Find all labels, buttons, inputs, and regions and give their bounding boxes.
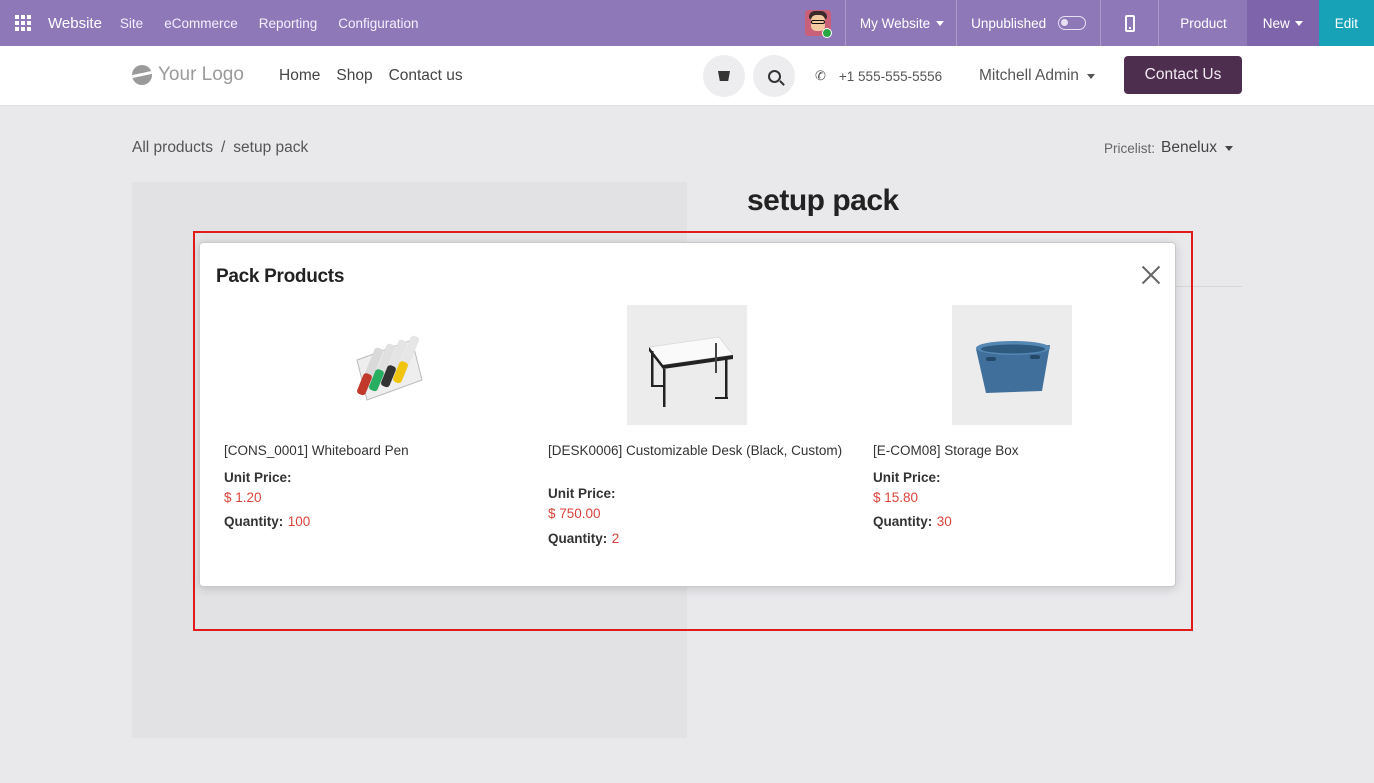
new-button-label: New: [1262, 15, 1290, 31]
phone-number: +1 555-555-5556: [838, 68, 943, 84]
caret-down-icon: [1294, 20, 1303, 26]
quantity-value: 2: [611, 531, 620, 546]
pack-product-name: [E-COM08] Storage Box: [873, 443, 1019, 458]
quantity-label: Quantity:: [224, 514, 284, 529]
unit-price-label: Unit Price:: [873, 470, 941, 485]
quantity-value: 30: [936, 514, 952, 529]
unit-price-value: $ 1.20: [224, 490, 262, 505]
pack-product-name: [DESK0006] Customizable Desk (Black, Cus…: [548, 443, 843, 458]
contact-us-button[interactable]: Contact Us: [1124, 56, 1242, 94]
website-switcher-label: My Website: [859, 15, 931, 31]
phone-link[interactable]: ✆ +1 555-555-5556: [815, 68, 942, 84]
breadcrumb-current: setup pack: [233, 139, 309, 156]
pack-product-name: [CONS_0001] Whiteboard Pen: [224, 443, 409, 458]
cart-button[interactable]: [703, 55, 745, 97]
mobile-icon: [1124, 14, 1135, 32]
unit-price-label: Unit Price:: [548, 486, 616, 501]
menu-configuration[interactable]: Configuration: [338, 16, 418, 31]
pricelist-value: Benelux: [1160, 139, 1217, 156]
whiteboard-pens-image: [327, 305, 447, 425]
mobile-preview-button[interactable]: [1101, 0, 1160, 46]
online-status-icon: [821, 28, 832, 38]
storage-box-image: [952, 305, 1072, 425]
menu-ecommerce[interactable]: eCommerce: [164, 16, 238, 31]
apps-menu-icon[interactable]: [0, 0, 46, 46]
product-title: setup pack: [747, 184, 899, 217]
logo-icon: [132, 65, 152, 85]
unit-price-value: $ 15.80: [873, 490, 919, 505]
app-brand[interactable]: Website: [48, 15, 102, 32]
search-button[interactable]: [753, 55, 795, 97]
breadcrumb-all-products[interactable]: All products: [132, 139, 213, 157]
quantity-label: Quantity:: [548, 531, 608, 546]
nav-shop[interactable]: Shop: [336, 67, 372, 85]
publish-status-label: Unpublished: [971, 15, 1047, 31]
user-menu[interactable]: Mitchell Admin: [979, 67, 1095, 85]
main-nav: Home Shop Contact us: [279, 67, 463, 85]
pack-products-dialog: Pack Products [CONS_0001] Whiteboard Pen…: [199, 242, 1176, 587]
dialog-title: Pack Products: [216, 266, 345, 287]
pricelist-selector: Pricelist: Benelux: [1104, 139, 1233, 157]
unit-price-value: $ 750.00: [548, 506, 601, 521]
publish-toggle-group: Unpublished: [957, 0, 1102, 46]
breadcrumb-separator: /: [220, 139, 226, 156]
search-icon: [767, 69, 781, 83]
caret-down-icon: [1086, 73, 1095, 79]
phone-icon: ✆: [815, 68, 826, 83]
pricelist-label: Pricelist:: [1103, 140, 1155, 156]
quantity-value: 100: [287, 514, 311, 529]
logo-text: Your Logo: [158, 64, 244, 85]
publish-toggle[interactable]: [1058, 16, 1087, 30]
site-header: Your Logo Home Shop Contact us ✆ +1 555-…: [0, 46, 1374, 106]
user-avatar-button[interactable]: [792, 0, 846, 46]
nav-home[interactable]: Home: [279, 67, 320, 85]
site-logo[interactable]: Your Logo: [132, 64, 244, 86]
caret-down-icon: [1225, 145, 1233, 151]
admin-navbar: Website Site eCommerce Reporting Configu…: [0, 0, 1374, 46]
pricelist-dropdown[interactable]: Benelux: [1161, 139, 1233, 157]
quantity-label: Quantity:: [873, 514, 933, 529]
breadcrumb: All products / setup pack: [132, 139, 308, 157]
close-icon[interactable]: [1141, 265, 1161, 285]
nav-contact-us[interactable]: Contact us: [389, 67, 463, 85]
edit-button[interactable]: Edit: [1318, 0, 1374, 46]
cart-icon: [718, 71, 730, 81]
desk-image: [627, 305, 747, 425]
menu-reporting[interactable]: Reporting: [259, 16, 318, 31]
website-switcher[interactable]: My Website: [846, 0, 958, 46]
caret-down-icon: [936, 20, 945, 26]
new-button[interactable]: New: [1246, 0, 1319, 46]
product-button[interactable]: Product: [1159, 0, 1247, 46]
menu-site[interactable]: Site: [120, 16, 143, 31]
user-name: Mitchell Admin: [979, 67, 1079, 84]
unit-price-label: Unit Price:: [224, 470, 292, 485]
